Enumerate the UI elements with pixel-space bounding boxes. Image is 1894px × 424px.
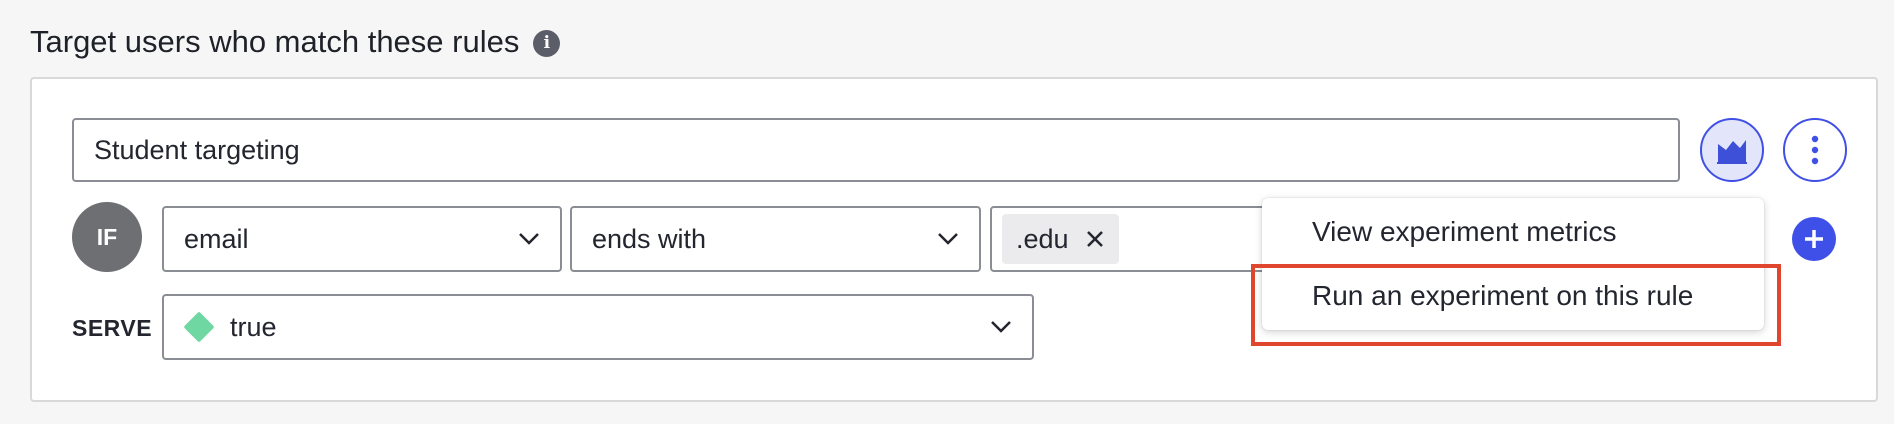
value-chip-label: .edu <box>1016 223 1069 254</box>
info-icon[interactable]: i <box>533 29 561 57</box>
if-badge: IF <box>72 202 142 272</box>
value-chip: .edu <box>1002 214 1119 264</box>
serve-label: SERVE <box>72 315 153 341</box>
rule-name-input[interactable] <box>72 118 1680 182</box>
operator-value: ends with <box>592 223 707 254</box>
attribute-select[interactable]: email <box>162 206 562 272</box>
serve-variation-select[interactable]: true <box>162 294 1034 360</box>
more-options-button[interactable] <box>1783 118 1847 182</box>
add-clause-button[interactable] <box>1792 217 1836 261</box>
variation-diamond-icon <box>183 311 215 343</box>
plus-icon <box>1805 230 1823 248</box>
chart-area-icon <box>1717 140 1747 164</box>
section-heading: Target users who match these rules i <box>30 24 561 60</box>
experiment-metrics-button[interactable] <box>1700 118 1764 182</box>
menu-item-run-experiment[interactable]: Run an experiment on this rule <box>1262 264 1764 328</box>
section-title: Target users who match these rules <box>30 24 520 59</box>
operator-select[interactable]: ends with <box>570 206 981 272</box>
menu-item-view-experiment-metrics[interactable]: View experiment metrics <box>1262 200 1764 264</box>
rule-options-menu: View experiment metrics Run an experimen… <box>1262 198 1764 330</box>
chevron-down-icon <box>938 233 958 245</box>
chevron-down-icon <box>991 321 1011 333</box>
serve-value: true <box>230 311 277 342</box>
close-icon[interactable] <box>1085 229 1105 249</box>
attribute-value: email <box>184 223 249 254</box>
more-vertical-icon <box>1811 135 1819 165</box>
chevron-down-icon <box>519 233 539 245</box>
